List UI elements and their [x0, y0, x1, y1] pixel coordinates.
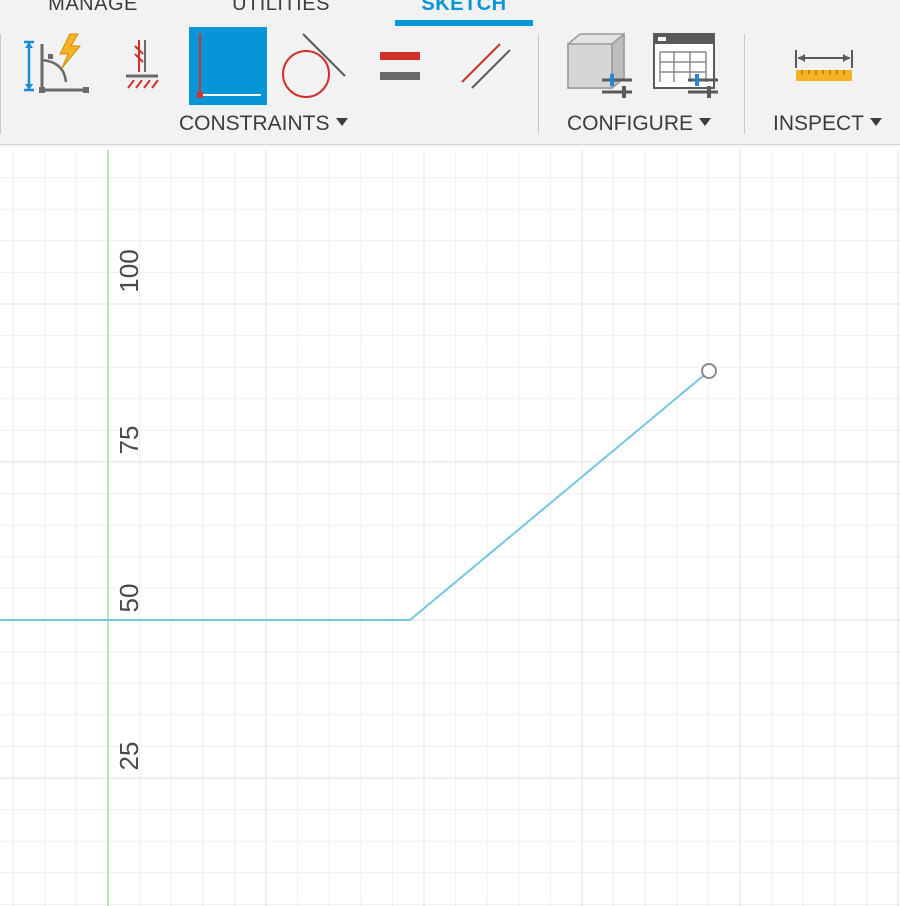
fusion-sketch-workspace: MANAGE UTILITIES SKETCH CONSTRAINTS CONF… — [0, 0, 900, 906]
measure-button[interactable] — [790, 44, 858, 84]
sketch-canvas-svg[interactable]: 100 75 50 25 — [0, 150, 900, 906]
tangent-constraint-button[interactable] — [279, 32, 349, 102]
equal-icon — [380, 52, 420, 80]
sketch-endpoint-handle[interactable] — [701, 363, 717, 379]
caret-down-icon — [335, 118, 348, 127]
sketch-canvas[interactable]: 100 75 50 25 — [0, 150, 900, 906]
separator — [744, 34, 745, 134]
perpendicular-icon — [197, 33, 261, 98]
fix-unfix-constraint-button[interactable] — [12, 32, 94, 100]
ground-hatch-icon — [126, 40, 159, 89]
tab-sketch[interactable]: SKETCH — [395, 0, 533, 17]
constraints-group-dropdown[interactable]: CONSTRAINTS — [179, 110, 348, 138]
inspect-group-dropdown[interactable]: INSPECT — [773, 110, 883, 138]
ribbon-toolbar: MANAGE UTILITIES SKETCH CONSTRAINTS CONF… — [0, 0, 900, 145]
tab-utilities[interactable]: UTILITIES — [232, 0, 330, 17]
box-parameters-icon — [567, 32, 632, 98]
coincident-constraint-button[interactable] — [120, 34, 164, 94]
tick-label-100: 100 — [114, 249, 144, 292]
sketch-line[interactable] — [0, 370, 710, 621]
separator — [0, 34, 1, 134]
inspect-label: INSPECT — [773, 112, 865, 135]
configure-label: CONFIGURE — [567, 112, 693, 135]
active-tab-indicator — [395, 20, 533, 26]
constraints-label: CONSTRAINTS — [179, 112, 330, 135]
ruler-measure-icon — [795, 50, 853, 81]
tab-manage[interactable]: MANAGE — [46, 0, 140, 17]
parallel-constraint-button[interactable] — [458, 40, 514, 92]
caret-down-icon — [699, 118, 711, 127]
change-parameters-button[interactable] — [564, 30, 636, 100]
tangent-circle-icon — [282, 33, 346, 98]
table-parameters-icon — [653, 33, 718, 98]
caret-down-icon — [870, 118, 883, 127]
configure-table-button[interactable] — [652, 30, 722, 100]
parallel-icon — [461, 43, 511, 89]
configure-group-dropdown[interactable]: CONFIGURE — [567, 110, 711, 138]
separator — [538, 34, 539, 134]
equal-constraint-button[interactable] — [376, 44, 424, 86]
tick-label-50: 50 — [114, 584, 144, 613]
tick-label-75: 75 — [114, 426, 144, 455]
tick-label-25: 25 — [114, 742, 144, 771]
fix-lightning-icon — [24, 33, 89, 93]
perpendicular-constraint-button[interactable] — [189, 27, 267, 105]
